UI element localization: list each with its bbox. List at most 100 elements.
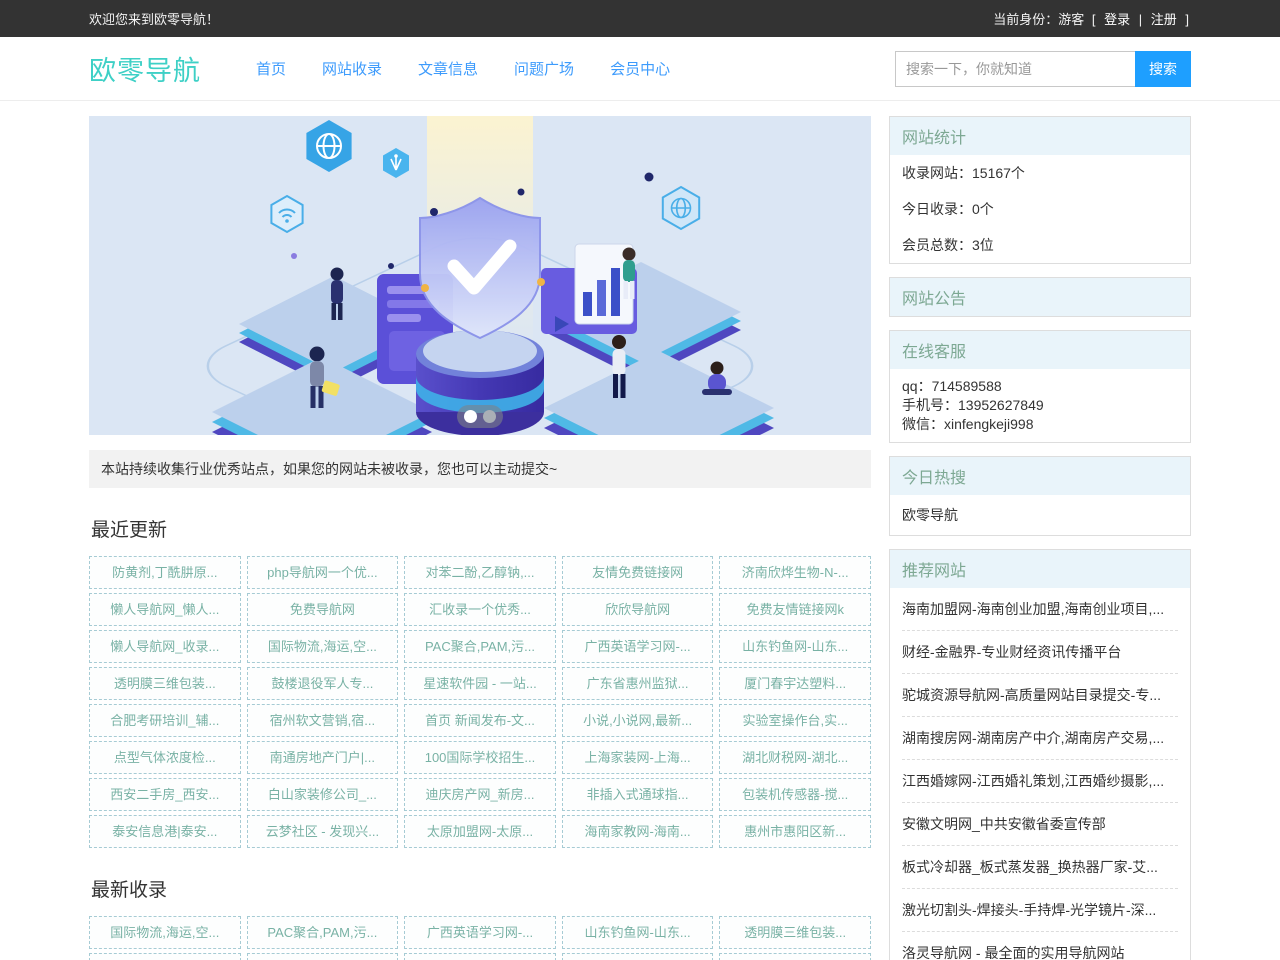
recommended-site-item[interactable]: 安徽文明网_中共安徽省委宣传部 — [902, 803, 1178, 846]
contact-row: 微信：xinfengkeji998 — [902, 415, 1178, 434]
site-link[interactable]: 西安二手房_西安... — [89, 778, 241, 811]
site-link[interactable]: 济南欣烨生物-N-... — [719, 556, 871, 589]
site-link[interactable]: 非插入式通球指... — [562, 778, 714, 811]
nav-item[interactable]: 会员中心 — [610, 58, 670, 79]
latest-included-title: 最新收录 — [91, 875, 871, 902]
online-service-panel: 在线客服 qq：714589588手机号：13952627849微信：xinfe… — [889, 330, 1191, 443]
site-link[interactable]: 太原加盟网-太原... — [404, 815, 556, 848]
site-notice-title: 网站公告 — [890, 278, 1190, 316]
site-link[interactable]: 小说,小说网,最新... — [562, 704, 714, 737]
site-link[interactable]: 鼓楼退役军人专... — [247, 667, 399, 700]
recommended-sites-list: 海南加盟网-海南创业加盟,海南创业项目,...财经-金融界-专业财经资讯传播平台… — [890, 588, 1190, 960]
site-link[interactable]: 泰安信息港|泰安... — [89, 815, 241, 848]
site-link[interactable]: 国际物流,海运,空... — [89, 916, 241, 949]
recommended-site-item[interactable]: 财经-金融界-专业财经资讯传播平台 — [902, 631, 1178, 674]
nav-item[interactable]: 网站收录 — [322, 58, 382, 79]
site-link[interactable]: 星速软件园 - 一站... — [404, 667, 556, 700]
hot-search-body: 欧零导航 — [890, 495, 1190, 535]
site-link[interactable]: 山东钓鱼网-山东... — [562, 916, 714, 949]
recommended-site-item[interactable]: 湖南搜房网-湖南房产中介,湖南房产交易,... — [902, 717, 1178, 760]
banner-illustration — [89, 116, 871, 435]
search-button[interactable]: 搜索 — [1135, 51, 1191, 87]
site-link[interactable]: 首页 新闻发布-文... — [404, 704, 556, 737]
site-link[interactable]: 免费友情链接网k — [719, 593, 871, 626]
sidebar: 网站统计 收录网站：15167个今日收录：0个会员总数：3位 网站公告 在线客服… — [889, 116, 1191, 960]
login-link[interactable]: 登录 — [1104, 12, 1130, 27]
main-column: 本站持续收集行业优秀站点，如果您的网站未被收录，您也可以主动提交~ 最近更新 防… — [89, 116, 871, 960]
notice-bar: 本站持续收集行业优秀站点，如果您的网站未被收录，您也可以主动提交~ — [89, 450, 871, 488]
carousel-dot-2[interactable] — [483, 410, 496, 423]
site-logo[interactable]: 欧零导航 — [89, 49, 201, 88]
top-bar: 欢迎您来到欧零导航！ 当前身份：游客 [ 登录 | 注册 ] — [0, 0, 1280, 37]
site-link[interactable]: 国际物流,海运,空... — [247, 630, 399, 663]
site-link[interactable]: 防黄剂,丁酰肼原... — [89, 556, 241, 589]
site-link[interactable]: 上海家装网-上海... — [562, 741, 714, 774]
site-link[interactable]: 湖北财税网-湖北... — [719, 741, 871, 774]
site-link[interactable]: 透明膜三维包装... — [89, 667, 241, 700]
identity-area: 当前身份：游客 [ 登录 | 注册 ] — [991, 9, 1191, 28]
site-link[interactable]: 广西英语学习网-... — [562, 630, 714, 663]
contact-row: qq：714589588 — [902, 377, 1178, 396]
site-link[interactable]: 合肥考研培训_辅... — [719, 953, 871, 960]
nav-item[interactable]: 首页 — [256, 58, 286, 79]
recommended-site-item[interactable]: 海南加盟网-海南创业加盟,海南创业项目,... — [902, 588, 1178, 631]
site-link[interactable]: 欣欣导航网 — [562, 593, 714, 626]
site-link[interactable]: 海南家教网-海南... — [562, 815, 714, 848]
recommended-site-item[interactable]: 驼城资源导航网-高质量网站目录提交-专... — [902, 674, 1178, 717]
site-link[interactable]: 迪庆房产网_新房... — [404, 778, 556, 811]
hot-search-panel: 今日热搜 欧零导航 — [889, 456, 1191, 536]
site-link[interactable]: 惠州市惠阳区新... — [719, 815, 871, 848]
recommended-site-item[interactable]: 板式冷却器_板式蒸发器_换热器厂家-艾... — [902, 846, 1178, 889]
recommended-site-item[interactable]: 江西婚嫁网-江西婚礼策划,江西婚纱摄影,... — [902, 760, 1178, 803]
site-link[interactable]: 汇收录一个优秀... — [404, 593, 556, 626]
site-link[interactable]: 厦门春宇达塑料... — [562, 953, 714, 960]
site-stats-title: 网站统计 — [890, 117, 1190, 155]
site-link[interactable]: 友情免费链接网 — [562, 556, 714, 589]
identity-label: 当前身份：游客 — [993, 12, 1084, 27]
bracket-right: ] — [1185, 12, 1189, 27]
site-link[interactable]: 懒人导航网_收录... — [89, 630, 241, 663]
recommended-site-item[interactable]: 激光切割头-焊接头-手持焊-光学镜片-深... — [902, 889, 1178, 932]
site-link[interactable]: 星速软件园 - 一站... — [247, 953, 399, 960]
site-link[interactable]: PAC聚合,PAM,污... — [404, 630, 556, 663]
recommended-site-item[interactable]: 洛灵导航网 - 最全面的实用导航网站 — [902, 932, 1178, 960]
site-link[interactable]: 广西英语学习网-... — [404, 916, 556, 949]
online-service-body: qq：714589588手机号：13952627849微信：xinfengkej… — [890, 369, 1190, 442]
globe-outline-hexagon-icon — [663, 187, 699, 229]
site-link[interactable]: 云梦社区 - 发现兴... — [247, 815, 399, 848]
site-link[interactable]: 厦门春宇达塑料... — [719, 667, 871, 700]
site-link[interactable]: 合肥考研培训_辅... — [89, 704, 241, 737]
site-link[interactable]: 山东钓鱼网-山东... — [719, 630, 871, 663]
site-link[interactable]: 懒人导航网_懒人... — [89, 593, 241, 626]
site-link[interactable]: 实验室操作台,实... — [719, 704, 871, 737]
banner-carousel — [89, 116, 871, 435]
site-link[interactable]: 南通房地产门户|... — [247, 741, 399, 774]
stat-row: 收录网站：15167个 — [890, 155, 1190, 191]
site-link[interactable]: 鼓楼退役军人专... — [89, 953, 241, 960]
contact-row: 手机号：13952627849 — [902, 396, 1178, 415]
site-link[interactable]: 免费导航网 — [247, 593, 399, 626]
site-link[interactable]: 点型气体浓度检... — [89, 741, 241, 774]
register-link[interactable]: 注册 — [1151, 12, 1177, 27]
site-link[interactable]: 广东省惠州监狱... — [404, 953, 556, 960]
site-link[interactable]: 100国际学校招生... — [404, 741, 556, 774]
site-link[interactable]: 透明膜三维包装... — [719, 916, 871, 949]
site-link[interactable]: php导航网一个优... — [247, 556, 399, 589]
site-notice-panel: 网站公告 — [889, 277, 1191, 317]
site-link[interactable]: 宿州软文营销,宿... — [247, 704, 399, 737]
site-link[interactable]: 包装机传感器-搅... — [719, 778, 871, 811]
hot-search-item[interactable]: 欧零导航 — [890, 495, 1190, 535]
search-input[interactable] — [895, 51, 1135, 87]
site-link[interactable]: 广东省惠州监狱... — [562, 667, 714, 700]
stat-row: 会员总数：3位 — [890, 227, 1190, 263]
nav-item[interactable]: 问题广场 — [514, 58, 574, 79]
recommended-sites-panel: 推荐网站 海南加盟网-海南创业加盟,海南创业项目,...财经-金融界-专业财经资… — [889, 549, 1191, 960]
site-link[interactable]: PAC聚合,PAM,污... — [247, 916, 399, 949]
recommended-sites-title: 推荐网站 — [890, 550, 1190, 588]
site-link[interactable]: 对苯二酚,乙醇钠,... — [404, 556, 556, 589]
carousel-dot-1[interactable] — [464, 410, 477, 423]
recent-updates-grid: 防黄剂,丁酰肼原...php导航网一个优...对苯二酚,乙醇钠,...友情免费链… — [89, 556, 871, 848]
site-link[interactable]: 白山家装修公司_... — [247, 778, 399, 811]
wifi-hexagon-icon — [271, 196, 302, 232]
nav-item[interactable]: 文章信息 — [418, 58, 478, 79]
